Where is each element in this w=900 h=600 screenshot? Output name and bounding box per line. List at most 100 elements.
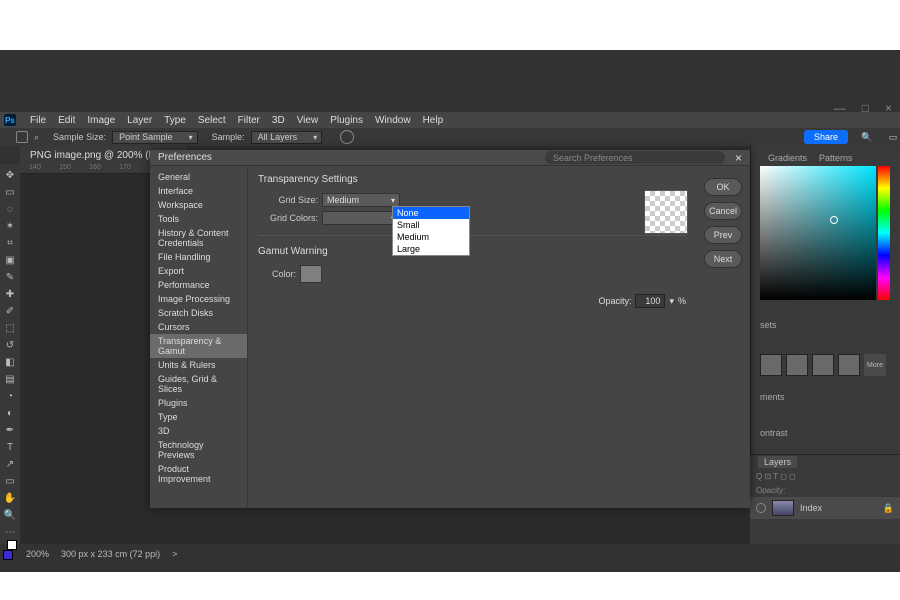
panel-header-cut[interactable]: sets bbox=[760, 318, 890, 332]
pen-tool-icon[interactable]: ✒ bbox=[3, 425, 17, 436]
gradient-tool-icon[interactable]: ▤ bbox=[3, 374, 17, 385]
dropdown-option[interactable]: Medium bbox=[393, 231, 469, 243]
prefs-nav-item[interactable]: 3D bbox=[150, 424, 247, 438]
prev-button[interactable]: Prev bbox=[704, 226, 742, 244]
hand-tool-icon[interactable]: ✋ bbox=[3, 493, 17, 504]
eraser-tool-icon[interactable]: ◧ bbox=[3, 357, 17, 368]
menu-select[interactable]: Select bbox=[192, 115, 232, 126]
menu-image[interactable]: Image bbox=[81, 115, 121, 126]
prefs-nav-item[interactable]: Guides, Grid & Slices bbox=[150, 372, 247, 396]
sample-size-select[interactable]: Point Sample bbox=[112, 131, 198, 144]
preset-thumb[interactable] bbox=[786, 354, 808, 376]
color-field[interactable] bbox=[760, 166, 876, 300]
type-tool-icon[interactable]: T bbox=[3, 442, 17, 453]
gradients-tab[interactable]: Gradients bbox=[768, 153, 807, 163]
menu-view[interactable]: View bbox=[291, 115, 325, 126]
cancel-button[interactable]: Cancel bbox=[704, 202, 742, 220]
menu-layer[interactable]: Layer bbox=[121, 115, 158, 126]
opacity-input[interactable]: 100 bbox=[635, 294, 665, 308]
ok-button[interactable]: OK bbox=[704, 178, 742, 196]
dropdown-option[interactable]: Large bbox=[393, 243, 469, 255]
prefs-nav-item[interactable]: Technology Previews bbox=[150, 438, 247, 462]
prefs-nav-item[interactable]: General bbox=[150, 170, 247, 184]
frame-tool-icon[interactable]: ▣ bbox=[3, 255, 17, 266]
layers-tab[interactable]: Layers bbox=[758, 456, 797, 468]
status-arrow-icon[interactable]: > bbox=[172, 549, 177, 559]
home-icon[interactable] bbox=[16, 131, 28, 143]
layer-filter-row[interactable]: Q ⊡ T ◻ ◻ bbox=[750, 469, 900, 483]
menu-edit[interactable]: Edit bbox=[52, 115, 81, 126]
grid-size-label: Grid Size: bbox=[258, 195, 318, 205]
menu-window[interactable]: Window bbox=[369, 115, 417, 126]
hue-slider[interactable] bbox=[878, 166, 890, 300]
grid-colors-select[interactable] bbox=[322, 211, 400, 225]
heal-tool-icon[interactable]: ✚ bbox=[3, 289, 17, 300]
menu-type[interactable]: Type bbox=[158, 115, 192, 126]
prefs-nav-item[interactable]: Units & Rulers bbox=[150, 358, 247, 372]
lasso-tool-icon[interactable]: ◌ bbox=[3, 204, 17, 215]
adjustments-header-cut[interactable]: ments bbox=[760, 390, 890, 404]
layer-thumbnail[interactable] bbox=[772, 500, 794, 516]
prefs-nav-item[interactable]: Scratch Disks bbox=[150, 306, 247, 320]
prefs-nav-item[interactable]: History & Content Credentials bbox=[150, 226, 247, 250]
search-icon[interactable]: 🔍 bbox=[860, 130, 874, 144]
crop-tool-icon[interactable]: ⌗ bbox=[3, 238, 17, 249]
bg-color-swatch[interactable] bbox=[7, 540, 17, 550]
wand-tool-icon[interactable]: ✶ bbox=[3, 221, 17, 232]
shape-tool-icon[interactable]: ▭ bbox=[3, 476, 17, 487]
prefs-nav-item[interactable]: Product Improvement bbox=[150, 462, 247, 486]
dropdown-option[interactable]: Small bbox=[393, 219, 469, 231]
history-brush-icon[interactable]: ↺ bbox=[3, 340, 17, 351]
layer-name[interactable]: Index bbox=[800, 503, 822, 513]
dropdown-option[interactable]: None bbox=[393, 207, 469, 219]
preset-thumb[interactable] bbox=[812, 354, 834, 376]
move-tool-icon[interactable]: ✥ bbox=[3, 170, 17, 181]
share-button[interactable]: Share bbox=[804, 130, 848, 144]
prefs-nav-item[interactable]: Image Processing bbox=[150, 292, 247, 306]
visibility-icon[interactable] bbox=[756, 503, 766, 513]
prefs-nav-item[interactable]: Plugins bbox=[150, 396, 247, 410]
prefs-nav-item[interactable]: Performance bbox=[150, 278, 247, 292]
menu-plugins[interactable]: Plugins bbox=[324, 115, 369, 126]
menu-help[interactable]: Help bbox=[417, 115, 450, 126]
brush-tool-icon[interactable]: ✐ bbox=[3, 306, 17, 317]
opacity-stepper-icon[interactable]: ▾ bbox=[669, 296, 674, 307]
show-ring-icon[interactable] bbox=[340, 130, 354, 144]
color-picker-ring[interactable] bbox=[830, 216, 838, 224]
prefs-nav-item[interactable]: Cursors bbox=[150, 320, 247, 334]
menu-3d[interactable]: 3D bbox=[266, 115, 291, 126]
zoom-tool-icon[interactable]: 🔍 bbox=[3, 510, 17, 521]
libraries-header-cut[interactable]: ontrast bbox=[760, 426, 890, 440]
patterns-tab[interactable]: Patterns bbox=[819, 153, 853, 163]
preset-more-button[interactable]: More bbox=[864, 354, 886, 376]
preset-thumb[interactable] bbox=[760, 354, 782, 376]
sample-size-label: Sample Size: bbox=[53, 132, 106, 142]
dialog-close-icon[interactable]: × bbox=[735, 151, 742, 165]
prefs-nav-item[interactable]: Transparency & Gamut bbox=[150, 334, 247, 358]
eyedropper-tool-icon[interactable]: ✎ bbox=[3, 272, 17, 283]
prefs-nav-item[interactable]: Export bbox=[150, 264, 247, 278]
menu-file[interactable]: File bbox=[24, 115, 52, 126]
preferences-search-input[interactable]: Search Preferences bbox=[545, 151, 725, 164]
prefs-nav-item[interactable]: Interface bbox=[150, 184, 247, 198]
workspace-icon[interactable]: ▭ bbox=[886, 130, 900, 144]
prefs-nav-item[interactable]: File Handling bbox=[150, 250, 247, 264]
prefs-nav-item[interactable]: Tools bbox=[150, 212, 247, 226]
prefs-nav-item[interactable]: Workspace bbox=[150, 198, 247, 212]
grid-size-select[interactable]: Medium bbox=[322, 193, 400, 207]
dodge-tool-icon[interactable]: ◐ bbox=[3, 408, 17, 419]
preset-thumb[interactable] bbox=[838, 354, 860, 376]
sample-select[interactable]: All Layers bbox=[251, 131, 323, 144]
marquee-tool-icon[interactable]: ▭ bbox=[3, 187, 17, 198]
menu-filter[interactable]: Filter bbox=[232, 115, 266, 126]
lock-icon[interactable]: 🔒 bbox=[883, 503, 894, 514]
prefs-nav-item[interactable]: Type bbox=[150, 410, 247, 424]
stamp-tool-icon[interactable]: ⬚ bbox=[3, 323, 17, 334]
more-tools-icon[interactable]: ⋯ bbox=[3, 527, 17, 538]
fg-color-swatch[interactable] bbox=[3, 550, 13, 560]
zoom-level[interactable]: 200% bbox=[26, 549, 49, 559]
path-tool-icon[interactable]: ↗ bbox=[3, 459, 17, 470]
blur-tool-icon[interactable]: ◔ bbox=[3, 391, 17, 402]
next-button[interactable]: Next bbox=[704, 250, 742, 268]
gamut-color-swatch[interactable] bbox=[300, 265, 322, 283]
